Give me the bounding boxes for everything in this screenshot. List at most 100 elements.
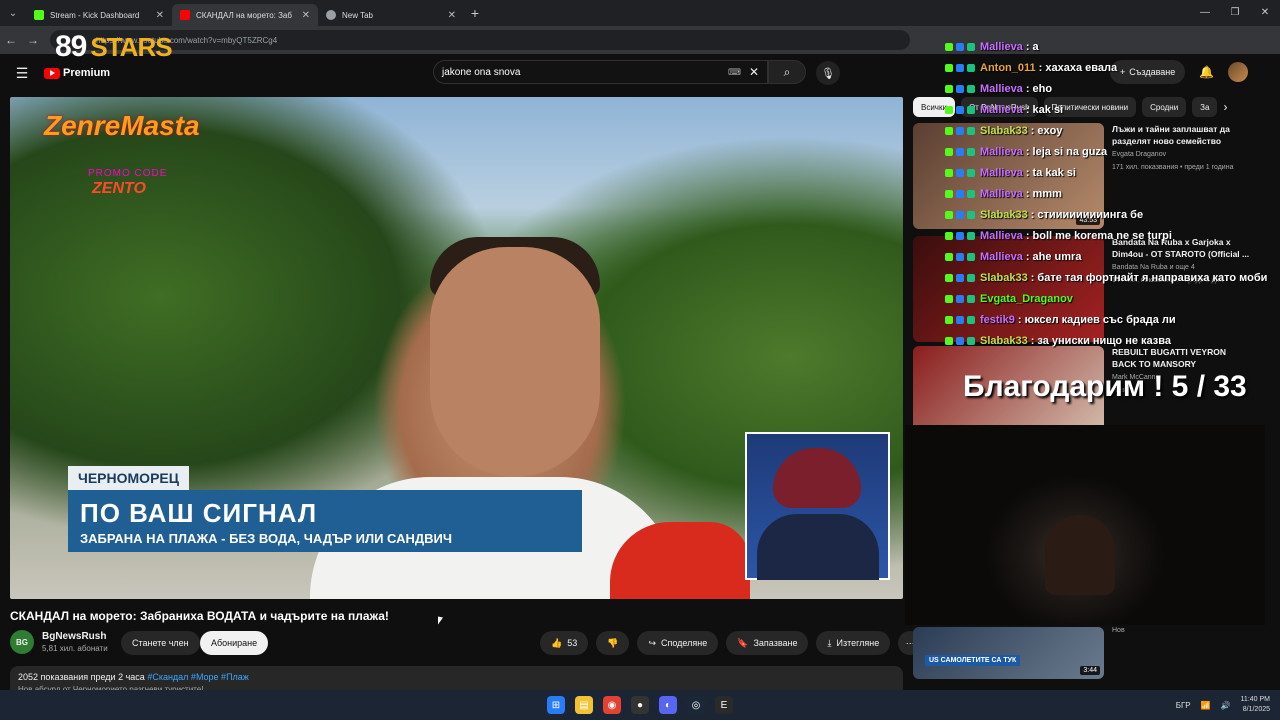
chat-badge-icon (967, 315, 975, 324)
new-tab-button[interactable]: + (464, 5, 486, 21)
chat-message: Mallieva: ahe umra (945, 246, 1245, 267)
back-icon[interactable]: ← (0, 33, 22, 47)
chat-badge-icon (945, 147, 953, 156)
menu-icon[interactable]: ☰ (0, 65, 44, 82)
chat-username[interactable]: Mallieva (980, 230, 1023, 242)
chat-username[interactable]: Mallieva (980, 146, 1023, 158)
chat-username[interactable]: Slabak33 (980, 209, 1028, 221)
chat-message: Evgata_Draganov (945, 288, 1245, 309)
close-tab-icon[interactable]: ✕ (156, 10, 164, 21)
new-badge: Нов (1112, 627, 1125, 634)
chat-username[interactable]: Slabak33 (980, 125, 1028, 137)
chat-username[interactable]: Mallieva (980, 251, 1023, 263)
chat-message: Mallieva: eho (945, 78, 1245, 99)
volume-icon[interactable]: 🔊 (1221, 701, 1231, 710)
close-tab-icon[interactable]: ✕ (302, 10, 310, 21)
minimize-icon[interactable]: — (1190, 0, 1220, 26)
like-button[interactable]: 👍 53 (540, 631, 589, 655)
keyboard-icon[interactable]: ⌨ (728, 67, 741, 78)
chat-username[interactable]: Anton_011 (980, 62, 1036, 74)
language-indicator[interactable]: БГР (1176, 701, 1191, 710)
epic-games-icon[interactable]: E (715, 696, 733, 714)
chat-username[interactable]: Mallieva (980, 83, 1023, 95)
chat-username[interactable]: Mallieva (980, 104, 1023, 116)
chat-badge-icon (956, 84, 964, 93)
join-button[interactable]: Станете член (121, 631, 200, 655)
discord-icon[interactable]: ◐ (659, 696, 677, 714)
chat-message: Mallieva: mmm (945, 183, 1245, 204)
chat-username[interactable]: Mallieva (980, 41, 1023, 53)
chat-message: Mallieva: a (945, 36, 1245, 57)
hashtags[interactable]: #Скандал #Море #Плаж (147, 672, 249, 682)
tab-search-icon[interactable]: ⌄ (0, 0, 26, 26)
save-button[interactable]: 🔖 Запазване (726, 631, 809, 655)
subscribe-button[interactable]: Абониране (200, 631, 269, 655)
chrome-icon[interactable]: ◉ (603, 696, 621, 714)
thanks-overlay-text: Благодарим ! 5 / 33 (963, 370, 1247, 403)
tab-new-tab[interactable]: New Tab ✕ (318, 4, 464, 26)
channel-info: BG BgNewsRush 5,81 хил. абонати (10, 630, 108, 654)
tab-kick-dashboard[interactable]: Stream - Kick Dashboard ✕ (26, 4, 172, 26)
chat-username[interactable]: Mallieva (980, 167, 1023, 179)
clock[interactable]: 11:40 PM 8/1/2025 (1241, 695, 1270, 715)
mic-icon: 🎙 (821, 67, 835, 80)
chat-badge-icon (945, 189, 953, 198)
start-menu-icon[interactable]: ⊞ (547, 696, 565, 714)
chat-badge-icon (956, 210, 964, 219)
save-label: Запазване (753, 638, 798, 648)
maximize-icon[interactable]: ❐ (1220, 0, 1250, 26)
obs-icon[interactable]: ● (631, 696, 649, 714)
tab-youtube-video[interactable]: СКАНДАЛ на морето: Заб ✕ (172, 4, 318, 26)
chat-badge-icon (967, 294, 975, 303)
search-input[interactable]: jakone ona snova ⌨ ✕ (433, 60, 768, 84)
chat-badge-icon (956, 252, 964, 261)
clear-search-icon[interactable]: ✕ (749, 65, 759, 79)
chat-badge-icon (945, 63, 953, 72)
chat-text: : mmm (1025, 187, 1062, 200)
file-explorer-icon[interactable]: ▤ (575, 696, 593, 714)
chat-badge-icon (945, 273, 953, 282)
chat-badge-icon (967, 189, 975, 198)
close-window-icon[interactable]: ✕ (1250, 0, 1280, 26)
subscriber-count: 5,81 хил. абонати (42, 644, 108, 653)
search-query: jakone ona snova (442, 66, 521, 78)
chat-badge-icon (956, 168, 964, 177)
close-tab-icon[interactable]: ✕ (448, 10, 456, 21)
chat-badge-icon (967, 42, 975, 51)
chat-text: : бате тая фортнайт я направиха като моб… (1030, 271, 1268, 284)
windows-taskbar: ⊞ ▤ ◉ ● ◐ ◎ E БГР 📶 🔊 11:40 PM 8/1/2025 (0, 690, 1280, 720)
system-tray: БГР 📶 🔊 11:40 PM 8/1/2025 (1176, 690, 1270, 720)
like-count: 53 (567, 638, 578, 648)
chat-text: : ahe umra (1025, 250, 1082, 263)
voice-search-button[interactable]: 🎙 (816, 61, 840, 85)
url-field[interactable]: https://www.youtube.com/watch?v=mbyQT5ZR… (50, 30, 910, 50)
steam-icon[interactable]: ◎ (687, 696, 705, 714)
channel-name[interactable]: BgNewsRush (42, 631, 108, 642)
youtube-logo[interactable]: Premium (44, 67, 110, 79)
wifi-icon[interactable]: 📶 (1201, 701, 1211, 710)
forward-icon[interactable]: → (22, 33, 44, 47)
chat-badge-icon (956, 315, 964, 324)
chat-badge-icon (967, 63, 975, 72)
chat-badge-icon (967, 252, 975, 261)
streamer (1045, 515, 1115, 595)
chat-badge-icon (967, 231, 975, 240)
chat-text: : ta kak si (1025, 166, 1076, 179)
share-button[interactable]: ↪ Споделяне (637, 631, 719, 655)
chat-username[interactable]: Slabak33 (980, 272, 1028, 284)
chat-username[interactable]: Evgata_Draganov (980, 293, 1073, 305)
chat-text: : хахаха евала (1038, 61, 1118, 74)
chat-username[interactable]: Mallieva (980, 188, 1023, 200)
chat-username[interactable]: Slabak33 (980, 335, 1028, 347)
chat-badge-icon (945, 168, 953, 177)
logo-number: 89 (55, 30, 87, 63)
channel-avatar[interactable]: BG (10, 630, 34, 654)
chat-badge-icon (945, 315, 953, 324)
chat-username[interactable]: festik9 (980, 314, 1015, 326)
chat-badge-icon (945, 42, 953, 51)
search-button[interactable]: ⌕ (768, 60, 806, 84)
chat-badge-icon (956, 126, 964, 135)
dislike-button[interactable]: 👎 (596, 631, 630, 655)
recommendation-thumbnail[interactable]: US САМОЛЕТИТЕ СА ТУК 3:44 (913, 627, 1104, 679)
download-button[interactable]: ⤓ Изтегляне (816, 631, 891, 655)
